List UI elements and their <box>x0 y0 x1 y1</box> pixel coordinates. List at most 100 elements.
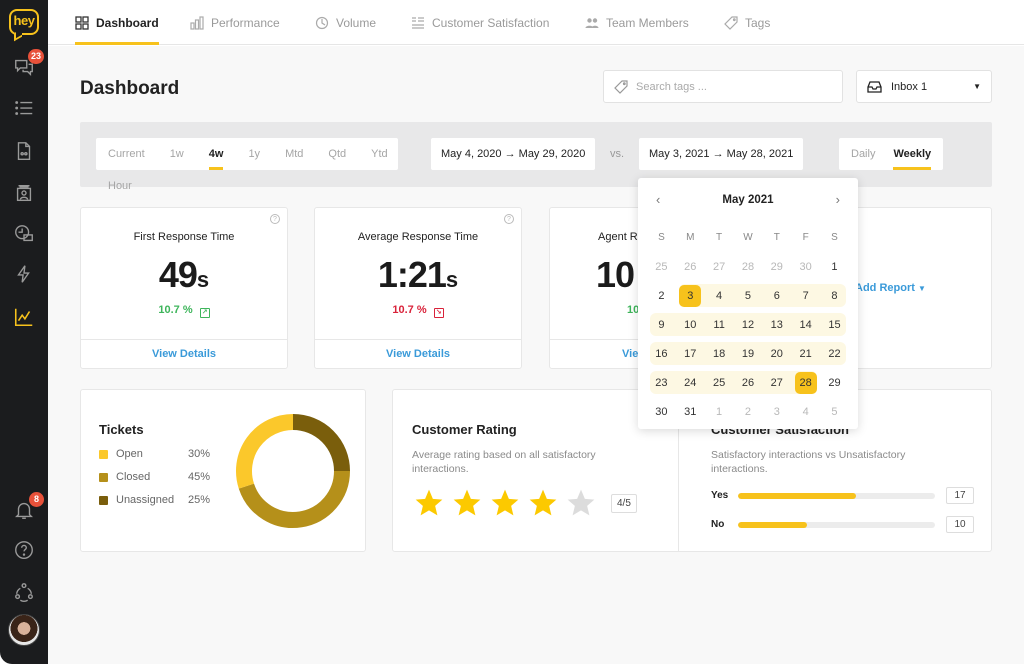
sidebar-item-automations[interactable] <box>12 262 36 286</box>
sidebar-item-help[interactable] <box>12 538 36 562</box>
calendar-day[interactable]: 11 <box>705 319 734 331</box>
range-option-mtd[interactable]: Mtd <box>285 138 303 170</box>
satisfaction-bar-fill <box>738 521 807 528</box>
date-picker-calendar: ‹ May 2021 › S M T W T F S 25 26 27 28 29 30 1 2 3 4 5 6 7 8… <box>638 178 858 429</box>
customer-rating-title: Customer Rating <box>412 422 517 437</box>
legend-item: Closed 45% <box>99 471 210 483</box>
help-icon[interactable]: ? <box>270 214 280 224</box>
search-tags-field[interactable] <box>603 70 843 103</box>
calendar-day[interactable]: 29 <box>762 261 791 273</box>
tab-volume[interactable]: Volume <box>315 0 376 45</box>
calendar-day[interactable]: 12 <box>734 319 763 331</box>
tab-tags[interactable]: Tags <box>724 0 770 45</box>
range-selector: Current Hour 1w 4w 1y Mtd Qtd Ytd <box>96 138 398 192</box>
tab-customer-satisfaction[interactable]: Customer Satisfaction <box>411 0 549 45</box>
calendar-day[interactable]: 10 <box>676 319 705 331</box>
calendar-day[interactable]: 19 <box>734 348 763 360</box>
star-empty-icon <box>567 489 595 516</box>
clock-chat-icon <box>15 225 33 242</box>
sidebar-item-list[interactable] <box>12 96 36 120</box>
calendar-day[interactable]: 2 <box>734 406 763 418</box>
calendar-day[interactable]: 27 <box>705 261 734 273</box>
tab-performance[interactable]: Performance <box>190 0 280 45</box>
calendar-week: 23 24 25 26 27 28 29 <box>647 368 849 397</box>
calendar-day[interactable]: 25 <box>647 261 676 273</box>
metric-title: First Response Time <box>133 231 235 243</box>
inbox-select[interactable]: Inbox 1 ▼ <box>856 70 992 103</box>
bar-chart-icon <box>190 15 204 30</box>
range-option-1w[interactable]: 1w <box>170 138 184 170</box>
search-tags-input[interactable] <box>636 80 826 93</box>
calendar-day[interactable]: 1 <box>705 406 734 418</box>
calendar-day[interactable]: 5 <box>734 290 763 302</box>
calendar-day[interactable]: 18 <box>705 348 734 360</box>
calendar-day[interactable]: 30 <box>647 406 676 418</box>
tab-team-members[interactable]: Team Members <box>585 0 689 45</box>
star-rating <box>413 487 597 519</box>
calendar-day[interactable]: 31 <box>676 406 705 418</box>
tickets-title: Tickets <box>99 422 144 437</box>
sidebar-item-notifications[interactable]: 8 <box>12 492 44 522</box>
granularity-option-weekly[interactable]: Weekly <box>893 138 931 170</box>
calendar-day[interactable]: 27 <box>762 377 791 389</box>
legend-label: Unassigned <box>116 494 175 506</box>
list-icon <box>412 16 424 29</box>
legend-value: 30% <box>188 448 211 460</box>
calendar-day[interactable]: 7 <box>791 290 820 302</box>
calendar-day[interactable]: 21 <box>791 348 820 360</box>
sidebar-item-reports[interactable] <box>12 305 36 329</box>
range-option-current-hour[interactable]: Current Hour <box>108 138 145 192</box>
weekday-header: SMTWTFS <box>647 223 849 252</box>
calendar-day[interactable]: 3 <box>676 284 705 307</box>
calendar-day[interactable]: 14 <box>791 319 820 331</box>
range-option-4w[interactable]: 4w <box>208 138 223 170</box>
satisfaction-bar-track <box>738 492 935 499</box>
calendar-day[interactable]: 26 <box>734 377 763 389</box>
calendar-day[interactable]: 6 <box>762 290 791 302</box>
calendar-day[interactable]: 28 <box>734 261 763 273</box>
calendar-day[interactable]: 4 <box>791 406 820 418</box>
range-option-1y[interactable]: 1y <box>248 138 260 170</box>
calendar-day[interactable]: 9 <box>647 319 676 331</box>
calendar-day[interactable]: 16 <box>647 348 676 360</box>
calendar-day[interactable]: 28 <box>791 371 820 394</box>
calendar-day[interactable]: 2 <box>647 290 676 302</box>
calendar-day[interactable]: 4 <box>705 290 734 302</box>
sidebar-item-documents[interactable] <box>12 139 36 163</box>
sidebar-item-conversations[interactable]: 23 <box>12 49 44 79</box>
help-icon[interactable]: ? <box>504 214 514 224</box>
primary-date-range[interactable]: May 4, 2020 → May 29, 2020 <box>431 138 596 170</box>
hey-logo[interactable]: hey <box>9 9 39 35</box>
granularity-option-daily[interactable]: Daily <box>851 138 875 170</box>
tab-dashboard[interactable]: Dashboard <box>75 0 159 45</box>
calendar-day[interactable]: 23 <box>647 377 676 389</box>
weekday-label: M <box>686 232 695 243</box>
range-option-qtd[interactable]: Qtd <box>328 138 346 170</box>
satisfaction-row-yes: Yes 17 <box>711 487 974 504</box>
calendar-day[interactable]: 15 <box>820 319 849 331</box>
user-avatar[interactable] <box>8 614 40 646</box>
sidebar-item-contacts[interactable] <box>12 181 36 205</box>
range-option-ytd[interactable]: Ytd <box>371 138 388 170</box>
calendar-day[interactable]: 8 <box>820 290 849 302</box>
calendar-day[interactable]: 26 <box>676 261 705 273</box>
calendar-day[interactable]: 22 <box>820 348 849 360</box>
compare-date-range[interactable]: May 3, 2021 → May 28, 2021 <box>639 138 804 170</box>
view-details-link[interactable]: View Details <box>81 339 287 369</box>
calendar-day[interactable]: 13 <box>762 319 791 331</box>
sidebar-item-schedule[interactable] <box>12 222 36 246</box>
chevron-right-icon[interactable]: › <box>836 192 840 207</box>
grid-icon <box>75 15 89 30</box>
calendar-day[interactable]: 3 <box>762 406 791 418</box>
view-details-link[interactable]: View Details <box>315 339 521 369</box>
calendar-day[interactable]: 17 <box>676 348 705 360</box>
calendar-day[interactable]: 29 <box>820 377 849 389</box>
calendar-day[interactable]: 20 <box>762 348 791 360</box>
calendar-day[interactable]: 30 <box>791 261 820 273</box>
calendar-day[interactable]: 24 <box>676 377 705 389</box>
calendar-day[interactable]: 1 <box>820 261 849 273</box>
add-report-button[interactable]: Add Report ▼ <box>855 282 926 294</box>
calendar-day[interactable]: 25 <box>705 377 734 389</box>
sidebar-item-team[interactable] <box>12 580 36 604</box>
calendar-day[interactable]: 5 <box>820 406 849 418</box>
